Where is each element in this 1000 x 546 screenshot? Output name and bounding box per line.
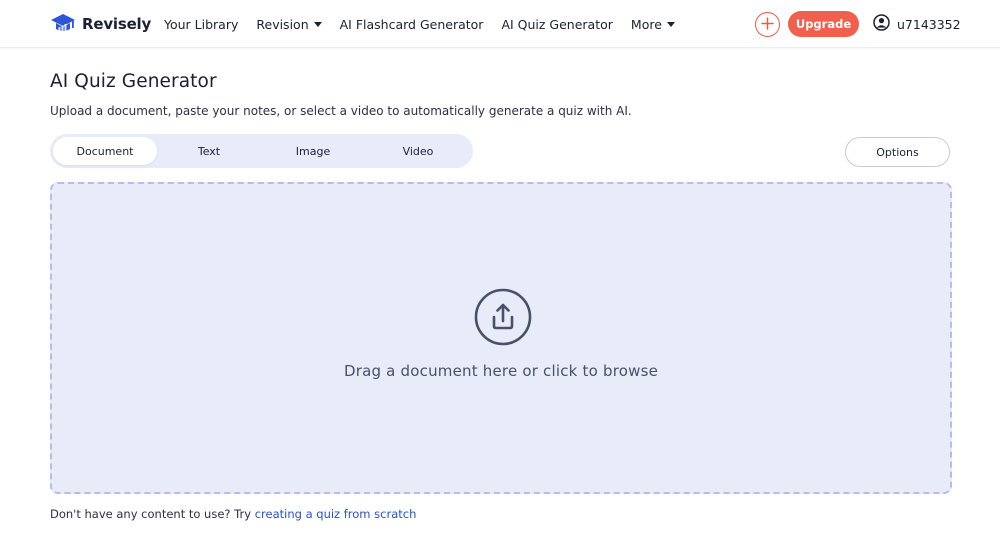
dropzone-instructions: Drag a document here or click to browse: [343, 362, 659, 380]
nav-item-label: More: [630, 16, 662, 32]
plus-icon: [761, 15, 774, 34]
create-quiz-from-scratch-link[interactable]: creating a quiz from scratch: [255, 507, 417, 521]
nav-item-your-library[interactable]: Your Library: [164, 17, 238, 32]
footer-note-prefix: Don't have any content to use? Try: [50, 507, 255, 521]
tab-text[interactable]: Text: [157, 137, 261, 165]
create-button[interactable]: [755, 12, 780, 37]
nav-item-label: AI Flashcard Generator: [339, 16, 484, 32]
graduation-cap-icon: [50, 13, 76, 35]
nav-item-label: Revision: [256, 16, 309, 32]
tab-document[interactable]: Document: [53, 137, 157, 165]
nav-links: Your Library Revision AI Flashcard Gener…: [164, 0, 693, 48]
tab-label: Image: [295, 144, 331, 158]
user-avatar-icon: [873, 13, 890, 35]
user-menu[interactable]: u7143352: [873, 13, 961, 35]
page-description: Upload a document, paste your notes, or …: [50, 104, 632, 118]
brand-name: Revisely: [82, 15, 152, 33]
nav-item-more[interactable]: More: [631, 17, 675, 32]
top-navbar: Revisely Your Library Revision AI Flashc…: [0, 0, 1000, 48]
username: u7143352: [897, 16, 961, 32]
options-button[interactable]: Options: [845, 137, 950, 167]
caret-down-icon: [313, 21, 322, 27]
tab-label: Document: [76, 144, 134, 158]
tab-label: Video: [402, 144, 434, 158]
caret-down-icon: [666, 21, 675, 27]
nav-item-ai-quiz-generator[interactable]: AI Quiz Generator: [501, 17, 612, 32]
page-title: AI Quiz Generator: [50, 71, 217, 92]
document-dropzone[interactable]: Drag a document here or click to browse: [50, 182, 952, 494]
upgrade-button[interactable]: Upgrade: [788, 11, 859, 37]
tab-label: Text: [197, 144, 221, 158]
nav-item-ai-flashcard-generator[interactable]: AI Flashcard Generator: [340, 17, 484, 32]
nav-item-revision[interactable]: Revision: [256, 16, 322, 32]
nav-item-label: AI Quiz Generator: [501, 16, 613, 32]
brand-logo[interactable]: Revisely: [50, 12, 151, 36]
tab-image[interactable]: Image: [261, 137, 365, 165]
nav-item-label: Your Library: [164, 16, 239, 32]
source-tabs: Document Text Image Video: [50, 134, 473, 168]
upload-icon: [474, 288, 532, 346]
footer-note: Don't have any content to use? Try creat…: [50, 507, 416, 521]
tab-video[interactable]: Video: [366, 137, 470, 165]
